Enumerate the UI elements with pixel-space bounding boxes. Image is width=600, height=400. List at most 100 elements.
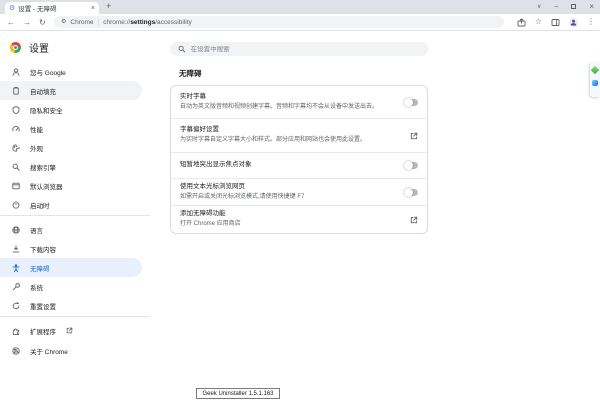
tab-search-icon[interactable]: ∨	[537, 4, 541, 10]
sidebar-item-label: 系统	[30, 284, 43, 292]
sidebar-item-you-and-google[interactable]: 您与 Google	[0, 62, 142, 81]
sidebar-item-extensions[interactable]: 扩展程序	[0, 321, 142, 340]
sidebar-divider	[0, 316, 150, 317]
browser-toolbar: ← → ↻ ⚙ Chrome | chrome://settings/acces…	[0, 14, 600, 31]
tab-title: 设置 - 无障碍	[18, 6, 57, 13]
settings-title: 设置	[29, 44, 49, 55]
sidebar-item-label: 您与 Google	[30, 69, 66, 77]
tab-strip: ⚙ 设置 - 无障碍 × + ∨ – ×	[0, 0, 600, 14]
widget-green-icon	[590, 65, 600, 75]
live-caption-toggle[interactable]	[404, 97, 418, 107]
sidebar-item-label: 无障碍	[30, 265, 50, 273]
sidebar-item-label: 自动填充	[30, 88, 56, 96]
url-scheme: chrome://	[103, 18, 131, 26]
chrome-logo-icon	[10, 42, 21, 53]
page-info-icon[interactable]: ⚙	[61, 19, 66, 25]
sidebar-item-languages[interactable]: 语言	[0, 220, 142, 239]
sidebar-item-system[interactable]: 系统	[0, 277, 142, 296]
sidebar-item-downloads[interactable]: 下载内容	[0, 239, 142, 258]
download-icon	[12, 244, 20, 252]
maximize-button[interactable]	[571, 4, 577, 9]
row-caption-preferences[interactable]: 字幕偏好设置 为实时字幕自定义字幕大小和样式。部分应用和网站也会使用此设置。	[171, 118, 427, 152]
minimize-button[interactable]: –	[554, 3, 558, 10]
url-path: /accessibility	[155, 18, 192, 26]
sidebar-item-about-chrome[interactable]: 关于 Chrome	[0, 341, 142, 360]
sidebar-item-label: 隐私和安全	[30, 107, 63, 115]
focus-highlight-toggle[interactable]	[404, 161, 418, 170]
row-subtitle: 打开 Chrome 应用商店	[180, 221, 241, 228]
floating-extension-widget[interactable]	[590, 62, 600, 97]
browser-window: ⚙ 设置 - 无障碍 × + ∨ – × ← → ↻ ⚙ Chrome | ch…	[0, 0, 600, 400]
search-input[interactable]	[190, 45, 420, 53]
sidebar-item-label: 语言	[30, 227, 43, 235]
toolbar-actions: ☆ ⋮	[517, 16, 595, 28]
speedometer-icon	[12, 125, 20, 131]
new-tab-button[interactable]: +	[106, 1, 111, 11]
person-icon	[12, 67, 20, 76]
reload-icon[interactable]: ↻	[39, 17, 46, 28]
external-link-icon[interactable]	[410, 132, 418, 140]
wrench-icon	[12, 282, 20, 290]
row-title: 字幕偏好设置	[180, 126, 219, 134]
chrome-icon	[12, 346, 20, 355]
autofill-icon	[13, 86, 19, 95]
profile-avatar[interactable]	[569, 17, 578, 27]
power-icon	[12, 200, 20, 209]
forward-icon[interactable]: →	[23, 17, 31, 28]
external-link-icon	[66, 327, 73, 334]
window-controls: ∨ – ×	[537, 0, 594, 13]
sidebar-item-label: 重置设置	[30, 303, 56, 311]
tab-close-icon[interactable]: ×	[91, 5, 95, 12]
url-host: settings	[130, 18, 156, 26]
overflow-menu-icon[interactable]: ⋮	[587, 18, 595, 26]
close-button[interactable]: ×	[589, 2, 594, 11]
sidebar-item-label: 启动时	[30, 202, 50, 210]
palette-icon	[12, 143, 20, 152]
caret-browsing-toggle[interactable]	[404, 187, 418, 197]
widget-blue-icon	[592, 80, 598, 86]
row-title: 实时字幕	[180, 92, 206, 100]
row-title: 短暂地突出显示焦点对象	[180, 161, 252, 169]
sidebar-item-label: 搜索引擎	[30, 164, 56, 172]
sidebar-item-appearance[interactable]: 外观	[0, 138, 142, 157]
puzzle-icon	[12, 328, 20, 335]
sidebar-item-autofill[interactable]: 自动填充	[0, 81, 142, 100]
tab-settings[interactable]: ⚙ 设置 - 无障碍 ×	[5, 2, 99, 14]
row-add-accessibility-features[interactable]: 添加无障碍功能 打开 Chrome 应用商店	[171, 205, 427, 233]
reset-icon	[12, 301, 20, 309]
globe-icon	[12, 225, 20, 234]
share-icon[interactable]	[517, 17, 526, 27]
sidebar-item-label: 性能	[30, 126, 43, 134]
row-title: 添加无障碍功能	[180, 210, 226, 218]
row-subtitle: 自动为英文版音频和视频创建字幕。音频和字幕均不会从设备中发送出去。	[180, 103, 379, 110]
sidebar-item-reset[interactable]: 重置设置	[0, 296, 142, 315]
sidebar-item-label: 外观	[30, 145, 43, 153]
row-title: 使用文本光标浏览网页	[180, 182, 245, 190]
settings-search[interactable]	[170, 42, 428, 56]
address-bar[interactable]: ⚙ Chrome | chrome://settings/accessibili…	[54, 16, 504, 28]
row-live-caption: 实时字幕 自动为英文版音频和视频创建字幕。音频和字幕均不会从设备中发送出去。	[171, 86, 427, 118]
external-link-icon[interactable]	[410, 216, 418, 224]
tooltip: Geek Uninstaller 1.5.1.163	[196, 388, 280, 399]
sidebar-item-default-browser[interactable]: 默认浏览器	[0, 176, 142, 195]
sidebar-item-label: 下载内容	[30, 246, 56, 254]
omnibox-separator: |	[97, 18, 100, 26]
settings-header: 设置	[10, 40, 49, 55]
page-url: chrome://settings/accessibility	[103, 19, 192, 26]
settings-gear-favicon-icon: ⚙	[9, 4, 16, 12]
accessibility-icon	[12, 263, 20, 272]
sidebar-divider	[0, 215, 150, 216]
sidebar-item-performance[interactable]: 性能	[0, 119, 142, 138]
sidebar-item-label: 扩展程序	[30, 328, 56, 336]
side-panel-icon[interactable]	[551, 18, 560, 27]
row-subtitle: 为实时字幕自定义字幕大小和样式。部分应用和网站也会使用此设置。	[180, 137, 367, 144]
back-icon[interactable]: ←	[7, 17, 15, 28]
sidebar-item-accessibility[interactable]: 无障碍	[0, 258, 142, 277]
browser-window-icon	[12, 182, 20, 189]
sidebar-item-privacy[interactable]: 隐私和安全	[0, 100, 142, 119]
page-title: 无障碍	[179, 69, 202, 78]
sidebar-item-search-engine[interactable]: 搜索引擎	[0, 157, 142, 176]
settings-main: 无障碍 实时字幕 自动为英文版音频和视频创建字幕。音频和字幕均不会从设备中发送出…	[155, 31, 600, 400]
sidebar-item-on-startup[interactable]: 启动时	[0, 195, 142, 214]
bookmark-star-icon[interactable]: ☆	[535, 18, 542, 26]
